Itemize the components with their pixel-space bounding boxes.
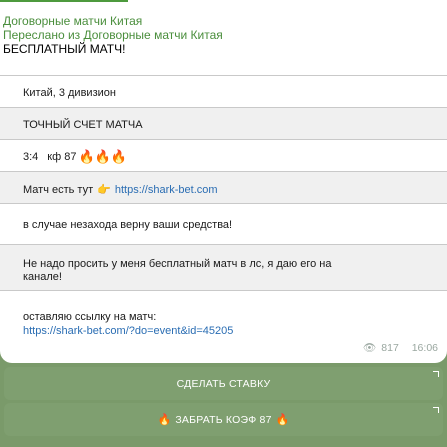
fire-icon: 🔥 xyxy=(157,414,172,426)
headline: БЕСПЛАТНЫЙ МАТЧ! xyxy=(3,42,126,56)
row-exact-score: ТОЧНЫЙ СЧЕТ МАТЧА xyxy=(0,107,447,139)
refund-text: в случае незахода верну ваши средства! xyxy=(23,219,233,231)
external-link-icon xyxy=(433,371,439,377)
fire-icon: 🔥 xyxy=(275,414,290,426)
eye-icon: 👁 xyxy=(363,342,377,354)
claim-coef-button[interactable]: 🔥 ЗАБРАТЬ КОЭФ 87 🔥 xyxy=(4,403,443,436)
row-match-link: Матч есть тут 👉 https://shark-bet.com xyxy=(0,171,447,203)
match-prefix: Матч есть тут xyxy=(23,183,94,196)
external-link-icon xyxy=(433,407,439,413)
row-score-coef: 3:4 кф 87 🔥🔥🔥 xyxy=(0,139,447,171)
no-dm-line1: Не надо просить у меня бесплатный матч в… xyxy=(23,258,332,270)
claim-coef-label: ЗАБРАТЬ КОЭФ 87 xyxy=(175,413,272,426)
top-accent-line xyxy=(0,0,128,2)
pointing-hand-icon: 👉 xyxy=(97,184,111,196)
row-division: Китай, 3 дивизион xyxy=(0,75,447,107)
division-text: Китай, 3 дивизион xyxy=(23,87,116,99)
view-count: 817 xyxy=(381,342,399,354)
leave-link-text: оставляю ссылку на матч: xyxy=(23,311,157,323)
score-text: 3:4 xyxy=(23,151,39,163)
exact-score-text: ТОЧНЫЙ СЧЕТ МАТЧА xyxy=(23,119,143,131)
no-dm-line2: канале! xyxy=(23,271,62,283)
forwarded-from[interactable]: Переслано из Договорные матчи Китая xyxy=(3,28,223,42)
forward-header: Договорные матчи Китая Переслано из Дого… xyxy=(3,14,223,56)
place-bet-button[interactable]: СДЕЛАТЬ СТАВКУ xyxy=(4,367,443,400)
match-link[interactable]: https://shark-bet.com xyxy=(115,184,218,196)
event-link[interactable]: https://shark-bet.com/?do=event&id=45205 xyxy=(23,324,447,338)
row-refund: в случае незахода верну ваши средства! xyxy=(0,203,447,244)
message-meta: 👁 817 16:06 xyxy=(363,341,438,354)
message-bubble: Договорные матчи Китая Переслано из Дого… xyxy=(0,0,447,363)
row-no-dm: Не надо просить у меня бесплатный матч в… xyxy=(0,244,447,290)
fire-icon: 🔥🔥🔥 xyxy=(78,149,128,164)
place-bet-label: СДЕЛАТЬ СТАВКУ xyxy=(176,377,271,390)
channel-name[interactable]: Договорные матчи Китая xyxy=(3,14,223,28)
coef-text: кф 87 xyxy=(47,151,77,163)
message-time: 16:06 xyxy=(411,342,438,354)
